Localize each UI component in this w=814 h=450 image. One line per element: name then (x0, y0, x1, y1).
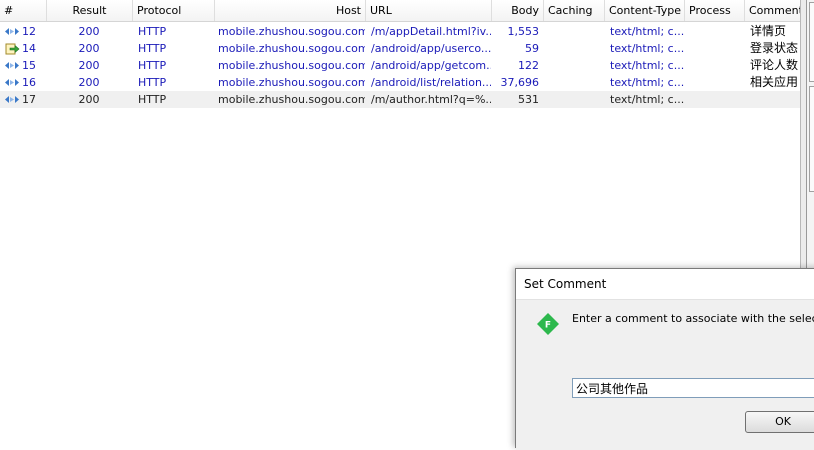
session-host: mobile.zhushou.sogou.com (218, 42, 365, 55)
session-comment: 评论人数 (750, 58, 799, 72)
session-caching (543, 91, 604, 108)
session-process (684, 40, 744, 57)
column-header-process[interactable]: Process (684, 0, 744, 21)
comment-input[interactable] (572, 378, 814, 398)
session-protocol: HTTP (138, 76, 167, 89)
session-body: 37,696 (500, 76, 540, 89)
set-comment-dialog: Set Comment F Enter a comment to associa… (515, 268, 814, 450)
session-row-selected[interactable]: 17 200 HTTP mobile.zhushou.sogou.com /m/… (0, 91, 800, 108)
session-num: 16 (22, 76, 36, 89)
inspector-panel-edge (809, 2, 814, 82)
session-result: 200 (78, 25, 100, 38)
session-num: 15 (22, 59, 36, 72)
session-protocol: HTTP (138, 42, 167, 55)
session-process (684, 57, 744, 74)
session-host: mobile.zhushou.sogou.com (218, 76, 365, 89)
ok-button[interactable]: OK (745, 411, 814, 433)
column-header-caching[interactable]: Caching (543, 0, 604, 21)
column-header-protocol[interactable]: Protocol (132, 0, 214, 21)
session-num: 17 (22, 93, 36, 106)
session-caching (543, 57, 604, 74)
session-protocol: HTTP (138, 25, 167, 38)
session-host: mobile.zhushou.sogou.com (218, 93, 365, 106)
session-row[interactable]: 12 200 HTTP mobile.zhushou.sogou.com /m/… (0, 23, 800, 40)
session-result: 200 (78, 76, 100, 89)
session-protocol: HTTP (138, 93, 167, 106)
session-comment: 相关应用 (750, 75, 799, 89)
session-caching (543, 23, 604, 40)
column-header-result[interactable]: Result (46, 0, 132, 21)
session-process (684, 91, 744, 108)
fiddler-logo-icon: F (537, 313, 559, 335)
session-num: 14 (22, 42, 36, 55)
column-header-url[interactable]: URL (365, 0, 491, 21)
dialog-title: Set Comment (524, 277, 607, 291)
session-content-type: text/html; c... (610, 93, 684, 106)
session-content-type: text/html; c... (610, 42, 684, 55)
column-header-content-type[interactable]: Content-Type (604, 0, 684, 21)
session-url: /m/appDetail.html?iv... (371, 25, 491, 38)
session-content-type: text/html; c... (610, 25, 684, 38)
session-row[interactable]: 16 200 HTTP mobile.zhushou.sogou.com /an… (0, 74, 800, 91)
session-row[interactable]: 14 200 HTTP mobile.zhushou.sogou.com /an… (0, 40, 800, 57)
column-header-body[interactable]: Body (491, 0, 543, 21)
session-process (684, 74, 744, 91)
inspector-panel-edge (809, 86, 814, 192)
session-result: 200 (78, 93, 100, 106)
session-num: 12 (22, 25, 36, 38)
session-result: 200 (78, 42, 100, 55)
session-url: /android/app/userco... (371, 42, 491, 55)
session-content-type: text/html; c... (610, 76, 684, 89)
session-content-type: text/html; c... (610, 59, 684, 72)
session-host: mobile.zhushou.sogou.com (218, 59, 365, 72)
session-body: 1,553 (507, 25, 540, 38)
session-result: 200 (78, 59, 100, 72)
session-body: 122 (518, 59, 539, 72)
column-header-host[interactable]: Host (214, 0, 365, 21)
session-protocol: HTTP (138, 59, 167, 72)
session-host: mobile.zhushou.sogou.com (218, 25, 365, 38)
session-body: 59 (525, 42, 539, 55)
dialog-prompt: Enter a comment to associate with the se… (572, 312, 814, 325)
session-body: 531 (518, 93, 539, 106)
session-comment (746, 91, 800, 108)
session-comment: 登录状态 (750, 41, 799, 55)
session-comment: 详情页 (750, 24, 787, 38)
session-caching (543, 40, 604, 57)
dialog-title-bar[interactable]: Set Comment (516, 269, 814, 300)
session-url: /android/list/relation.... (371, 76, 491, 89)
column-header-num[interactable]: # (0, 0, 46, 21)
column-header-comments[interactable]: Comments (744, 0, 800, 21)
dialog-body: F Enter a comment to associate with the … (516, 300, 814, 450)
session-url: /android/app/getcom... (371, 59, 491, 72)
session-row[interactable]: 15 200 HTTP mobile.zhushou.sogou.com /an… (0, 57, 800, 74)
column-header-bar: # Result Protocol Host URL Body Caching … (0, 0, 800, 22)
session-url: /m/author.html?q=%... (371, 93, 491, 106)
session-caching (543, 74, 604, 91)
logo-letter: F (545, 321, 551, 331)
session-process (684, 23, 744, 40)
